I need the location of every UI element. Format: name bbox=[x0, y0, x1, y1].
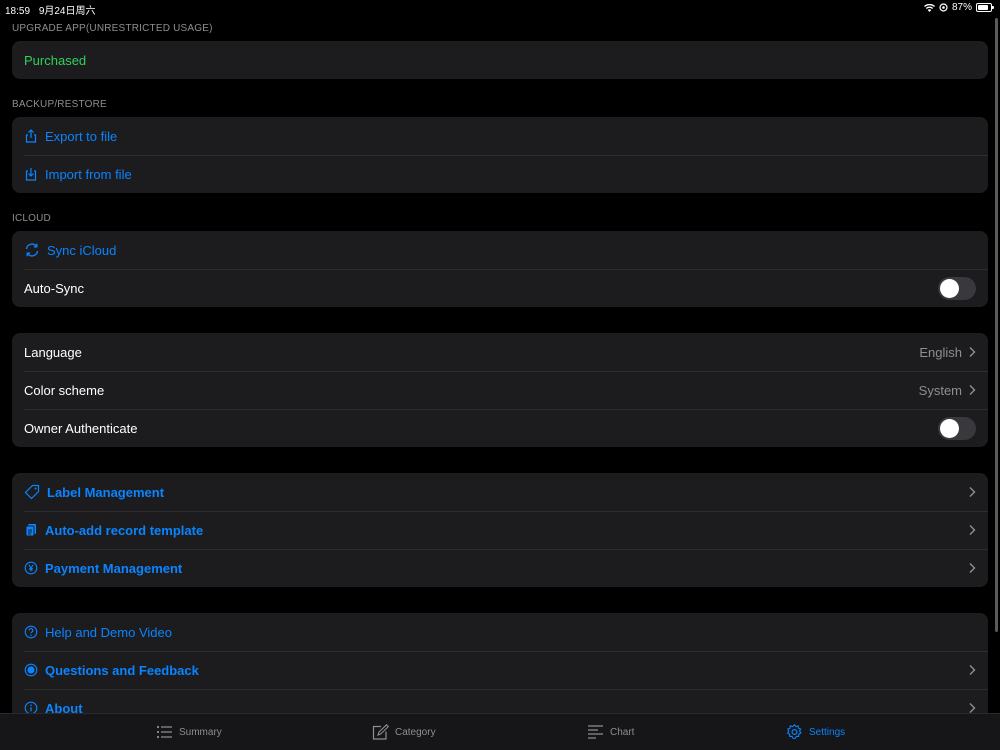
question-circle-icon bbox=[24, 625, 38, 639]
owner-authenticate-label: Owner Authenticate bbox=[24, 420, 138, 436]
section-header-icloud: ICLOUD bbox=[12, 213, 51, 224]
tab-category-label: Category bbox=[395, 726, 436, 738]
list-icon bbox=[156, 725, 172, 739]
owner-authenticate-toggle[interactable] bbox=[938, 416, 976, 440]
import-download-icon bbox=[24, 167, 38, 181]
color-scheme-value: System bbox=[918, 382, 962, 398]
help-demo-label: Help and Demo Video bbox=[45, 624, 172, 640]
questions-feedback-row[interactable]: Questions and Feedback bbox=[12, 651, 988, 689]
group-general: Language English Color scheme System Own… bbox=[12, 333, 988, 447]
tab-chart[interactable]: Chart bbox=[587, 724, 634, 740]
record-circle-icon bbox=[24, 663, 38, 677]
color-scheme-row[interactable]: Color scheme System bbox=[12, 371, 988, 409]
sync-arrows-icon bbox=[24, 242, 40, 258]
chevron-right-icon bbox=[969, 665, 976, 675]
tab-category[interactable]: Category bbox=[372, 724, 436, 740]
section-header-backup: BACKUP/RESTORE bbox=[12, 99, 107, 110]
share-export-icon bbox=[24, 129, 38, 143]
help-demo-row[interactable]: Help and Demo Video bbox=[12, 613, 988, 651]
chevron-right-icon bbox=[969, 563, 976, 573]
gear-icon bbox=[786, 724, 802, 740]
scrollbar[interactable] bbox=[995, 18, 998, 632]
settings-list[interactable]: UPGRADE APP(UNRESTRICTED USAGE) Purchase… bbox=[0, 0, 1000, 714]
about-label: About bbox=[45, 700, 83, 715]
tab-settings[interactable]: Settings bbox=[786, 724, 845, 740]
tab-bar: Summary Category Chart Settings bbox=[0, 713, 1000, 750]
tag-icon bbox=[24, 484, 40, 500]
auto-sync-toggle[interactable] bbox=[938, 276, 976, 300]
color-scheme-label: Color scheme bbox=[24, 382, 105, 398]
language-value: English bbox=[919, 344, 962, 360]
tab-chart-label: Chart bbox=[610, 726, 635, 738]
group-backup: Export to file Import from file bbox=[12, 117, 988, 193]
compose-icon bbox=[372, 724, 389, 740]
sync-icloud-label: Sync iCloud bbox=[47, 242, 117, 258]
label-management-label: Label Management bbox=[47, 484, 165, 500]
tab-summary-label: Summary bbox=[179, 726, 222, 738]
tab-settings-label: Settings bbox=[809, 726, 846, 738]
chevron-right-icon bbox=[969, 347, 976, 357]
tab-summary[interactable]: Summary bbox=[156, 724, 222, 740]
about-row[interactable]: About bbox=[12, 689, 988, 714]
import-from-file-row[interactable]: Import from file bbox=[12, 155, 988, 193]
group-icloud: Sync iCloud Auto-Sync bbox=[12, 231, 988, 307]
payment-management-label: Payment Management bbox=[45, 560, 183, 576]
language-row[interactable]: Language English bbox=[12, 333, 988, 371]
export-to-file-row[interactable]: Export to file bbox=[12, 117, 988, 155]
owner-authenticate-row: Owner Authenticate bbox=[12, 409, 988, 447]
auto-sync-label: Auto-Sync bbox=[24, 280, 84, 296]
label-management-row[interactable]: Label Management bbox=[12, 473, 988, 511]
sync-icloud-row[interactable]: Sync iCloud bbox=[12, 231, 988, 269]
text-align-icon bbox=[588, 725, 603, 739]
purchased-label: Purchased bbox=[24, 52, 87, 68]
chevron-right-icon bbox=[969, 525, 976, 535]
chevron-right-icon bbox=[969, 385, 976, 395]
group-support: Help and Demo Video Questions and Feedba… bbox=[12, 613, 988, 714]
section-header-upgrade: UPGRADE APP(UNRESTRICTED USAGE) bbox=[12, 23, 213, 34]
auto-add-template-row[interactable]: Auto-add record template bbox=[12, 511, 988, 549]
chevron-right-icon bbox=[969, 487, 976, 497]
group-management: Label Management Auto-add record templat… bbox=[12, 473, 988, 587]
documents-icon bbox=[24, 523, 38, 537]
export-to-file-label: Export to file bbox=[45, 128, 118, 144]
payment-management-row[interactable]: Payment Management bbox=[12, 549, 988, 587]
group-upgrade: Purchased bbox=[12, 41, 988, 79]
purchased-row[interactable]: Purchased bbox=[12, 41, 988, 79]
yen-circle-icon bbox=[24, 561, 38, 575]
auto-sync-row: Auto-Sync bbox=[12, 269, 988, 307]
language-label: Language bbox=[24, 344, 82, 360]
questions-feedback-label: Questions and Feedback bbox=[45, 662, 199, 678]
import-from-file-label: Import from file bbox=[45, 166, 132, 182]
auto-add-template-label: Auto-add record template bbox=[45, 522, 204, 538]
